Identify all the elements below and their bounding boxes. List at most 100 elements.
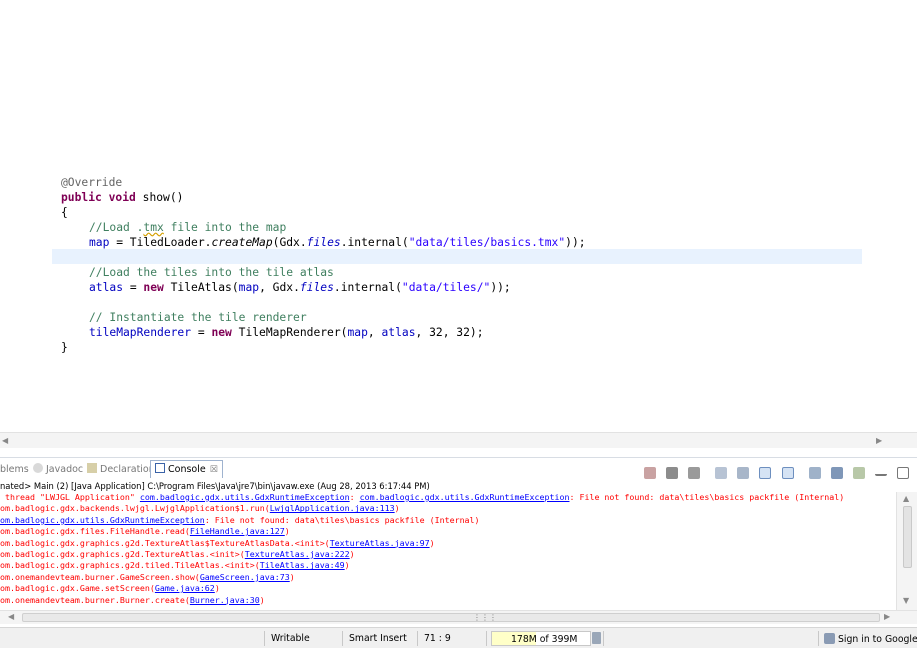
current-line-highlight [52, 249, 862, 264]
code-line-comment-instantiate[interactable]: // Instantiate the tile renderer [89, 310, 307, 325]
code-line-annotation[interactable]: @Override [61, 175, 122, 190]
code-text: )); [490, 281, 511, 294]
console-line: om.badlogic.gdx.backends.lwjgl.LwjglAppl… [0, 503, 400, 514]
close-icon[interactable]: ☒ [210, 465, 218, 475]
stack-trace-link[interactable]: TileAtlas.java:49 [260, 560, 345, 570]
code-line-tile-atlas[interactable]: atlas = new TileAtlas(map, Gdx.files.int… [89, 280, 511, 295]
divider [603, 631, 604, 646]
stack-trace-link[interactable]: com.badlogic.gdx.utils.GdxRuntimeExcepti… [140, 492, 350, 502]
heap-usage-text: 178M of 399M [511, 634, 578, 645]
open-console-icon[interactable] [852, 466, 865, 479]
clear-console-icon[interactable] [715, 466, 728, 479]
scrollbar-thumb[interactable]: ⋮⋮⋮ [22, 613, 880, 622]
stack-trace-link[interactable]: TextureAtlas.java:97 [330, 538, 430, 548]
scroll-right-icon[interactable]: ▶ [884, 612, 890, 621]
keyword: new [143, 281, 164, 294]
code-text: = TiledLoader. [109, 236, 212, 249]
code-text: )); [565, 236, 586, 249]
code-editor[interactable]: @Override public void show() { //Load .t… [0, 0, 917, 432]
code-text: TileMapRenderer( [231, 326, 348, 339]
code-text: = [123, 281, 144, 294]
remove-launch-icon[interactable] [666, 466, 679, 479]
stack-trace-link[interactable]: TextureAtlas.java:222 [245, 549, 350, 559]
stack-trace-link[interactable]: Burner.java:30 [190, 595, 260, 605]
stack-trace-link[interactable]: FileHandle.java:127 [190, 526, 285, 536]
code-text: .internal( [333, 281, 402, 294]
code-text: , 32, 32); [415, 326, 484, 339]
tab-problems[interactable]: blems [0, 462, 29, 477]
code-line-comment-load-tiles[interactable]: //Load the tiles into the tile atlas [89, 265, 334, 280]
string-literal: "data/tiles/" [401, 281, 491, 294]
scroll-left-icon[interactable]: ◀ [8, 612, 14, 621]
console-line: om.onemandevteam.burner.Burner.create(Bu… [0, 594, 265, 605]
tab-javadoc[interactable]: Javadoc [33, 462, 83, 477]
declaration-icon [87, 463, 97, 473]
google-user-icon [824, 633, 835, 644]
editor-horizontal-scrollbar[interactable]: ◀ ▶ [0, 432, 917, 448]
tab-declaration-label: Declaration [100, 464, 155, 475]
remove-all-terminated-icon[interactable] [688, 466, 701, 479]
stack-trace-link[interactable]: om.badlogic.gdx.utils.GdxRuntimeExceptio… [0, 515, 205, 525]
pin-console-icon[interactable] [808, 466, 821, 479]
divider [417, 631, 418, 646]
console-line: om.badlogic.gdx.utils.GdxRuntimeExceptio… [0, 514, 480, 525]
console-line: om.badlogic.gdx.graphics.g2d.tiled.TileA… [0, 560, 350, 571]
stack-trace-link[interactable]: com.badlogic.gdx.utils.GdxRuntimeExcepti… [360, 492, 570, 502]
spelling-warning[interactable]: tmx [143, 221, 163, 234]
code-line-comment-load-tmx[interactable]: //Load .tmx file into the map [89, 220, 286, 235]
field-map: map [238, 281, 260, 294]
tab-console[interactable]: Console ☒ [150, 460, 223, 478]
stack-trace-link[interactable]: Game.java:62 [155, 583, 215, 593]
console-horizontal-scrollbar[interactable]: ◀ ⋮⋮⋮ ▶ [0, 610, 917, 624]
maximize-icon[interactable] [897, 466, 909, 479]
console-icon [155, 463, 165, 473]
keyword: new [211, 326, 232, 339]
console-line: om.badlogic.gdx.graphics.g2d.TextureAtla… [0, 537, 435, 548]
view-tab-bar: blems Javadoc Declaration Console ☒ [0, 457, 917, 479]
trash-icon[interactable] [592, 632, 601, 644]
minimize-icon[interactable] [874, 470, 887, 476]
scroll-down-icon[interactable]: ▼ [903, 596, 909, 605]
console-toolbar [639, 462, 909, 479]
console-output[interactable]: thread "LWJGL Application" com.badlogic.… [0, 492, 896, 610]
divider [818, 631, 819, 646]
display-console-icon[interactable] [830, 466, 843, 479]
scroll-lock-icon[interactable] [737, 466, 750, 479]
console-vertical-scrollbar[interactable]: ▲ ▼ [896, 492, 917, 610]
code-line-open-brace[interactable]: { [61, 205, 68, 220]
code-text: TileAtlas( [163, 281, 239, 294]
scroll-up-icon[interactable]: ▲ [903, 494, 909, 503]
code-text: , [367, 326, 382, 339]
tab-console-label: Console [168, 464, 206, 475]
code-line-tile-renderer[interactable]: tileMapRenderer = new TileMapRenderer(ma… [89, 325, 484, 340]
show-on-stdout-icon[interactable] [759, 466, 772, 479]
show-on-stderr-icon[interactable] [781, 466, 794, 479]
field-map: map [347, 326, 368, 339]
code-line-close-brace[interactable]: } [61, 340, 68, 355]
sign-in-google-link[interactable]: Sign in to Google... [824, 633, 917, 645]
code-line-create-map[interactable]: map = TiledLoader.createMap(Gdx.files.in… [89, 235, 586, 250]
heap-status[interactable]: 178M of 399M [491, 631, 591, 646]
code-text: , Gdx. [259, 281, 300, 294]
divider [342, 631, 343, 646]
status-insert-mode[interactable]: Smart Insert [349, 633, 407, 644]
comment-text: file into the map [163, 221, 287, 234]
scrollbar-thumb[interactable] [903, 506, 912, 568]
code-line-signature[interactable]: public void show() [61, 190, 183, 205]
console-line: om.badlogic.gdx.Game.setScreen(Game.java… [0, 583, 220, 594]
stack-trace-link[interactable]: GameScreen.java:73 [200, 572, 290, 582]
code-text: (Gdx. [272, 236, 307, 249]
terminate-icon[interactable] [643, 466, 656, 479]
scroll-right-icon[interactable]: ▶ [876, 436, 882, 445]
tab-declaration[interactable]: Declaration [87, 462, 155, 477]
console-line: om.badlogic.gdx.files.FileHandle.read(Fi… [0, 526, 290, 537]
code-text: show() [135, 191, 184, 204]
field-atlas: atlas [381, 326, 416, 339]
static-field: files [306, 236, 341, 249]
stack-trace-link[interactable]: LwjglApplication.java:113 [270, 503, 395, 513]
status-bar: Writable Smart Insert 71 : 9 178M of 399… [0, 627, 917, 648]
grip-icon: ⋮⋮⋮ [473, 613, 497, 622]
code-text: .internal( [340, 236, 409, 249]
static-call: createMap [211, 236, 273, 249]
scroll-left-icon[interactable]: ◀ [2, 436, 8, 445]
